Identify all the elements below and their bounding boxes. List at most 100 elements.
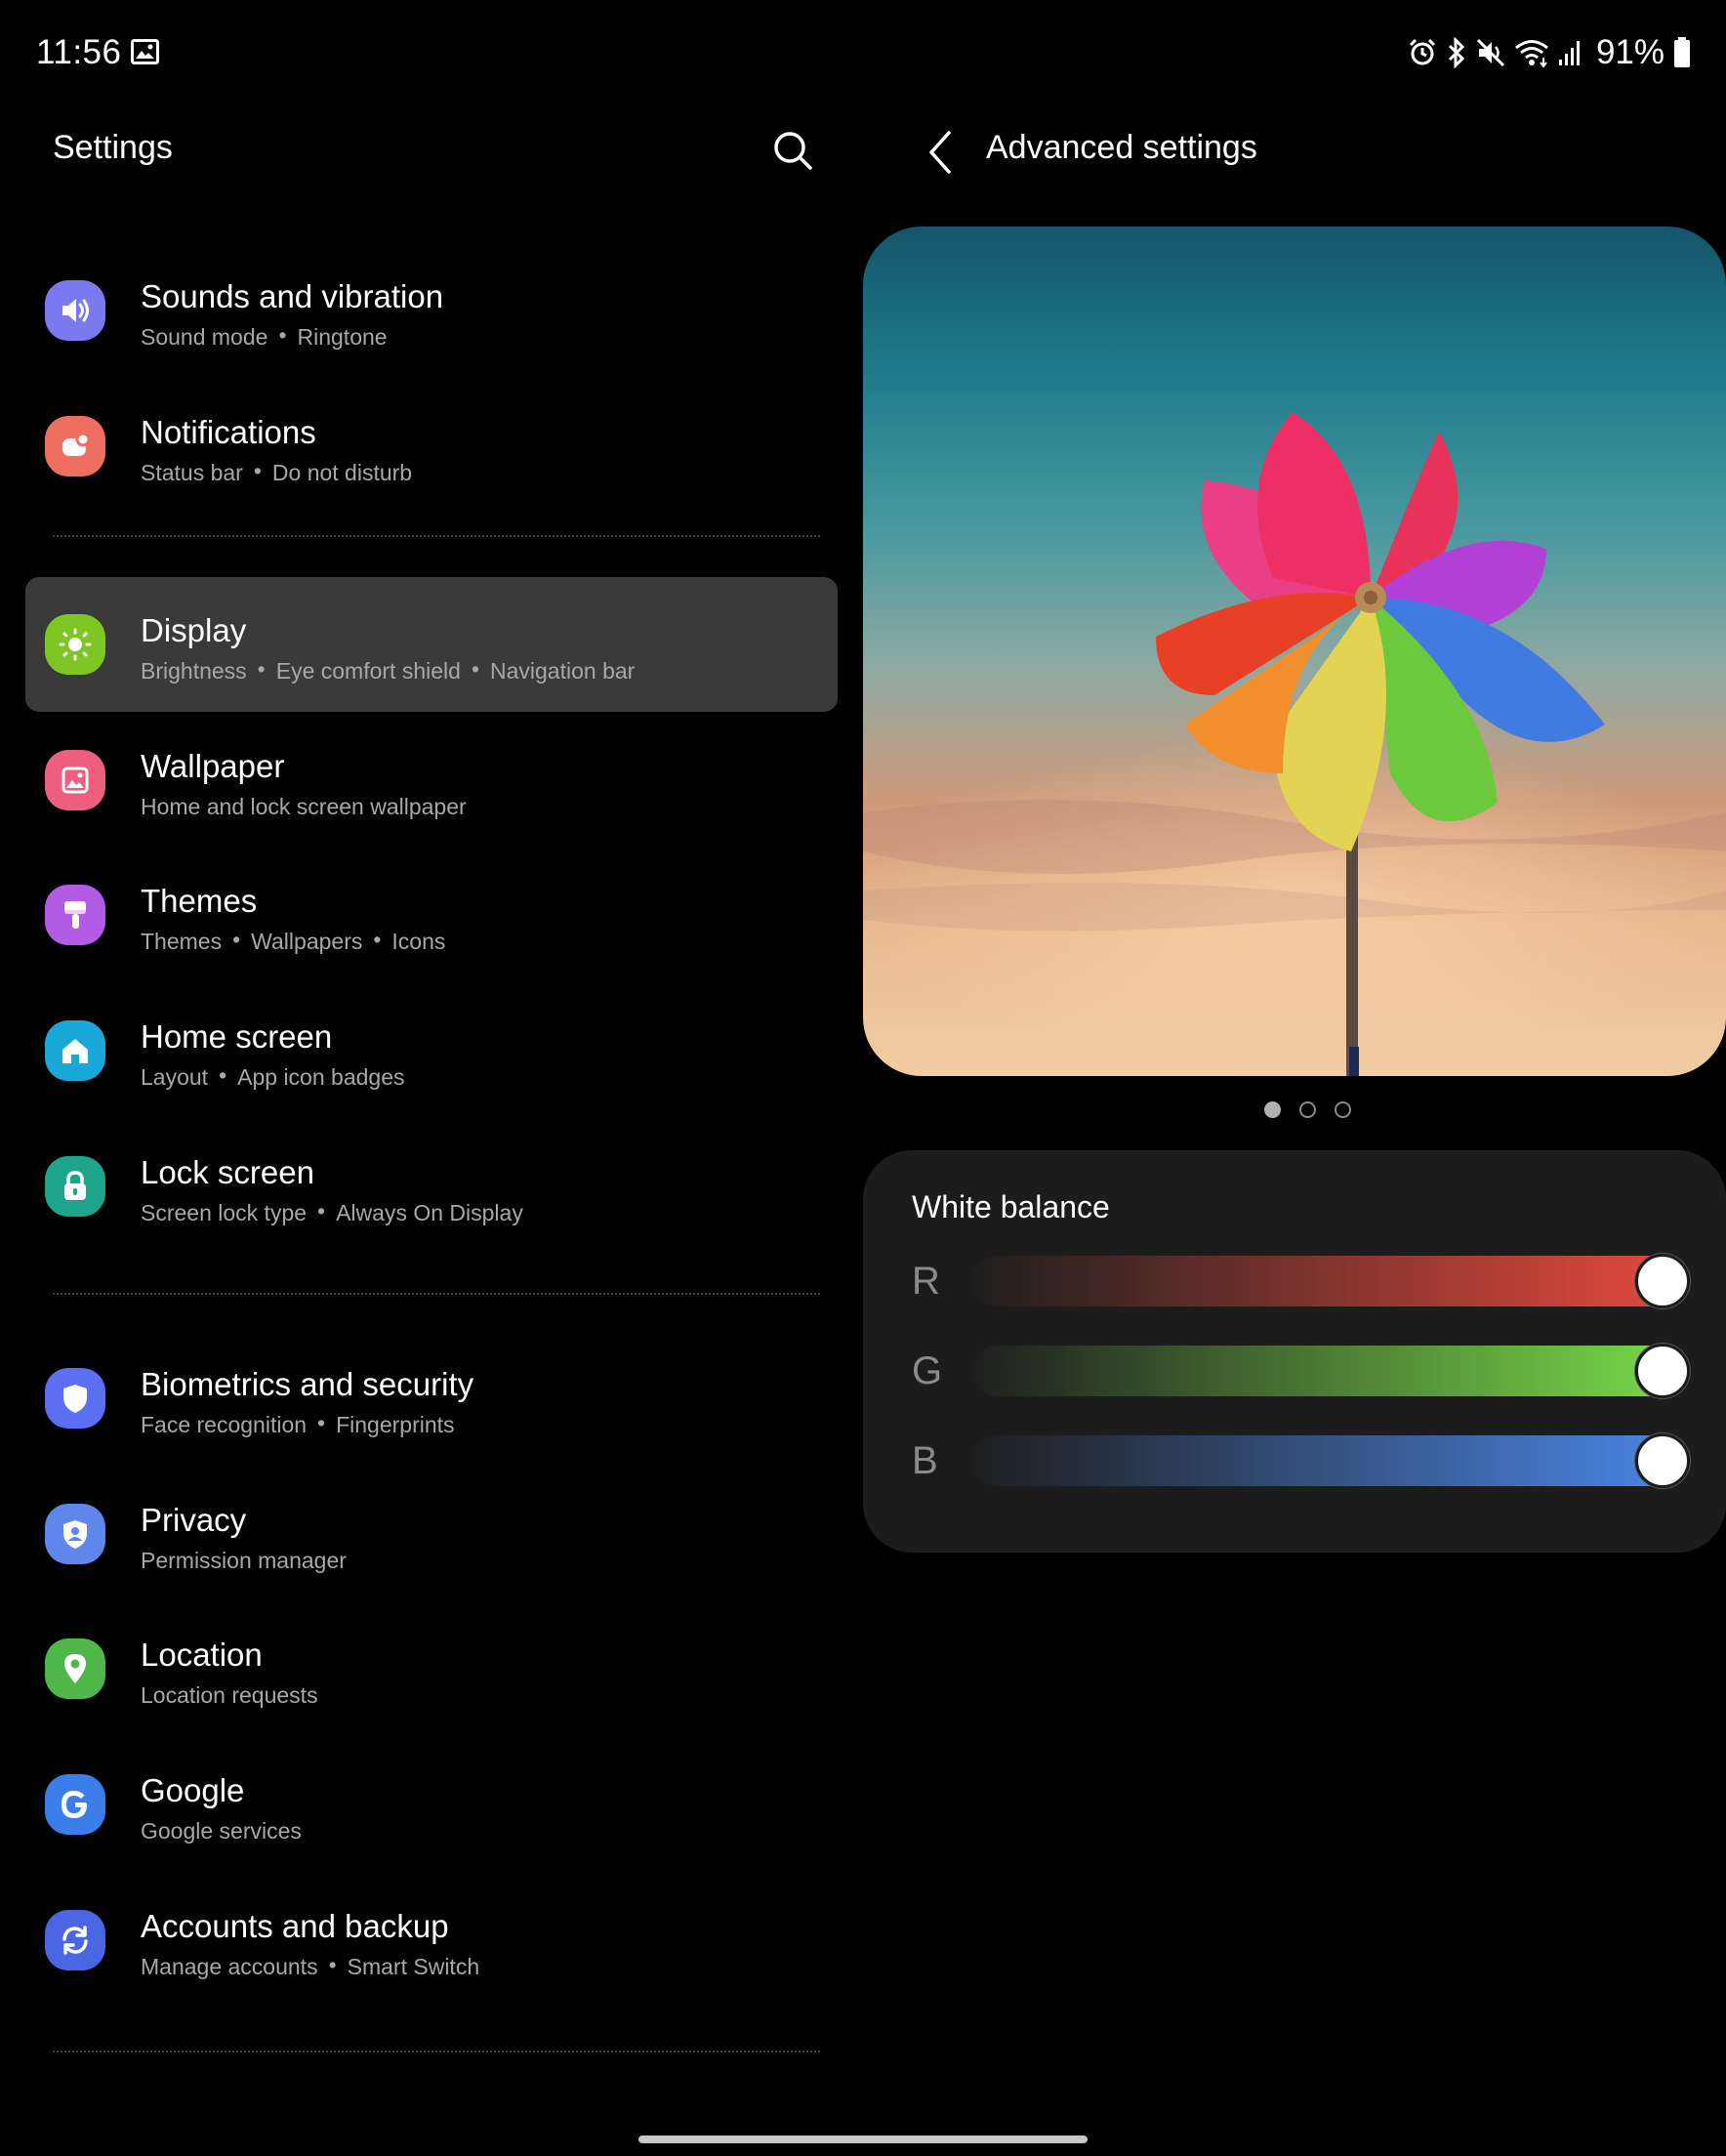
advanced-settings-panel: Advanced settings White balance R G B — [855, 107, 1726, 2156]
back-button[interactable] — [916, 125, 965, 180]
lock-icon — [45, 1156, 105, 1217]
settings-item-keyword: Fingerprints — [336, 1412, 455, 1437]
settings-item-accounts-and-backup[interactable]: Accounts and backup Manage accounts • Smart… — [25, 1873, 838, 2008]
settings-item-subtitle: Sound mode • Ringtone — [141, 322, 388, 351]
privacy-shield-icon — [45, 1504, 105, 1564]
white-balance-r-slider[interactable] — [971, 1256, 1676, 1306]
settings-item-keyword: Layout — [141, 1064, 209, 1090]
settings-item-subtitle: Face recognition • Fingerprints — [141, 1410, 455, 1438]
alarm-icon — [1408, 38, 1437, 67]
settings-item-subtitle: Permission manager — [141, 1548, 347, 1574]
settings-item-title: Home screen — [141, 1018, 333, 1055]
settings-item-keyword: Home and lock screen wallpaper — [141, 794, 467, 819]
bluetooth-icon — [1446, 37, 1467, 68]
battery-percent: 91% — [1595, 33, 1664, 71]
settings-item-lock-screen[interactable]: Lock screen Screen lock type • Always On Di… — [25, 1119, 838, 1254]
settings-item-biometrics-and-security[interactable]: Biometrics and security Face recognition •… — [25, 1331, 838, 1466]
settings-item-keyword: Permission manager — [141, 1548, 347, 1573]
settings-item-title: Lock screen — [141, 1154, 314, 1190]
settings-item-google[interactable]: Google Google services — [25, 1737, 838, 1872]
settings-item-subtitle: Manage accounts • Smart Switch — [141, 1952, 480, 1980]
settings-item-wallpaper[interactable]: Wallpaper Home and lock screen wallpaper — [25, 713, 838, 848]
separator-dot: • — [219, 1062, 227, 1088]
navigation-gesture-handle[interactable] — [638, 2135, 1088, 2143]
settings-item-title: Biometrics and security — [141, 1366, 474, 1402]
settings-item-keyword: Icons — [391, 929, 446, 954]
separator-dot: • — [328, 1952, 337, 1977]
separator-dot: • — [278, 322, 287, 348]
separator-dot: • — [317, 1198, 326, 1223]
channel-label: B — [912, 1439, 938, 1482]
separator-dot: • — [317, 1410, 326, 1435]
white-balance-card: White balance R G B — [863, 1150, 1726, 1553]
status-bar: 11:56 91% — [0, 0, 1726, 107]
settings-item-sounds-and-vibration[interactable]: Sounds and vibration Sound mode • Ringtone — [25, 243, 838, 378]
settings-item-subtitle: Brightness • Eye comfort shield • Navigation… — [141, 656, 636, 684]
settings-item-subtitle: Location requests — [141, 1682, 318, 1709]
shield-icon — [45, 1368, 105, 1429]
settings-item-keyword: Themes — [141, 929, 223, 954]
settings-item-title: Notifications — [141, 414, 316, 450]
settings-item-keyword: Do not disturb — [271, 460, 413, 485]
page-title: Settings — [53, 129, 173, 166]
settings-item-subtitle: Home and lock screen wallpaper — [141, 794, 467, 820]
settings-item-keyword: Manage accounts — [141, 1954, 318, 1979]
location-pin-icon — [45, 1638, 105, 1699]
settings-item-title: Accounts and backup — [141, 1908, 449, 1944]
settings-item-keyword: Brightness — [141, 658, 247, 684]
white-balance-r-row: R — [912, 1254, 1693, 1308]
picture-icon — [45, 750, 105, 810]
settings-item-themes[interactable]: Themes Themes • Wallpapers • Icons — [25, 848, 838, 982]
battery-icon — [1673, 37, 1691, 68]
page-dot[interactable] — [1334, 1101, 1351, 1118]
paintbrush-icon — [45, 885, 105, 945]
settings-item-title: Themes — [141, 883, 258, 919]
mute-icon — [1476, 38, 1505, 67]
page-dot[interactable] — [1263, 1101, 1281, 1118]
settings-item-privacy[interactable]: Privacy Permission manager — [25, 1467, 838, 1601]
signal-icon — [1558, 38, 1583, 67]
pinwheel-image — [863, 412, 1726, 1076]
settings-item-keyword: Smart Switch — [347, 1954, 480, 1979]
settings-item-keyword: App icon badges — [237, 1064, 405, 1090]
settings-item-notifications[interactable]: Notifications Status bar • Do not disturb — [25, 379, 838, 514]
search-button[interactable] — [767, 125, 818, 176]
settings-item-keyword: Always On Display — [336, 1200, 523, 1225]
separator-dot: • — [373, 927, 382, 952]
preview-image[interactable] — [863, 227, 1726, 1076]
settings-item-keyword: Navigation bar — [490, 658, 636, 684]
white-balance-b-slider[interactable] — [971, 1435, 1676, 1486]
chevron-left-icon — [929, 131, 951, 174]
white-balance-title: White balance — [912, 1189, 1110, 1224]
white-balance-g-row: G — [912, 1344, 1693, 1398]
settings-item-home-screen[interactable]: Home screen Layout • App icon badges — [25, 983, 838, 1118]
settings-item-keyword: Ringtone — [297, 324, 388, 350]
section-divider — [53, 535, 820, 537]
settings-item-keyword: Screen lock type — [141, 1200, 308, 1225]
settings-item-keyword: Wallpapers — [251, 929, 363, 954]
status-icons: 91% — [1408, 33, 1691, 72]
speaker-icon — [45, 280, 105, 341]
channel-label: G — [912, 1349, 943, 1392]
settings-item-title: Google — [141, 1772, 245, 1808]
settings-item-keyword: Sound mode — [141, 324, 268, 350]
page-dot[interactable] — [1298, 1101, 1316, 1118]
slider-thumb[interactable] — [1635, 1344, 1690, 1398]
settings-item-keyword: Location requests — [141, 1682, 318, 1708]
settings-item-location[interactable]: Location Location requests — [25, 1601, 838, 1736]
settings-item-subtitle: Themes • Wallpapers • Icons — [141, 927, 446, 955]
slider-thumb[interactable] — [1635, 1254, 1690, 1308]
settings-item-subtitle: Layout • App icon badges — [141, 1062, 405, 1091]
notification-icon — [45, 416, 105, 477]
settings-item-keyword: Google services — [141, 1818, 302, 1844]
white-balance-g-slider[interactable] — [971, 1346, 1676, 1396]
google-icon — [45, 1774, 105, 1835]
settings-item-title: Privacy — [141, 1502, 247, 1538]
wifi-icon — [1514, 38, 1549, 67]
sun-icon — [45, 614, 105, 675]
settings-item-subtitle: Screen lock type • Always On Display — [141, 1198, 523, 1226]
slider-thumb[interactable] — [1635, 1433, 1690, 1488]
house-icon — [45, 1020, 105, 1081]
settings-item-keyword: Face recognition — [141, 1412, 308, 1437]
settings-item-display[interactable]: Display Brightness • Eye comfort shield • Nav… — [25, 577, 838, 712]
